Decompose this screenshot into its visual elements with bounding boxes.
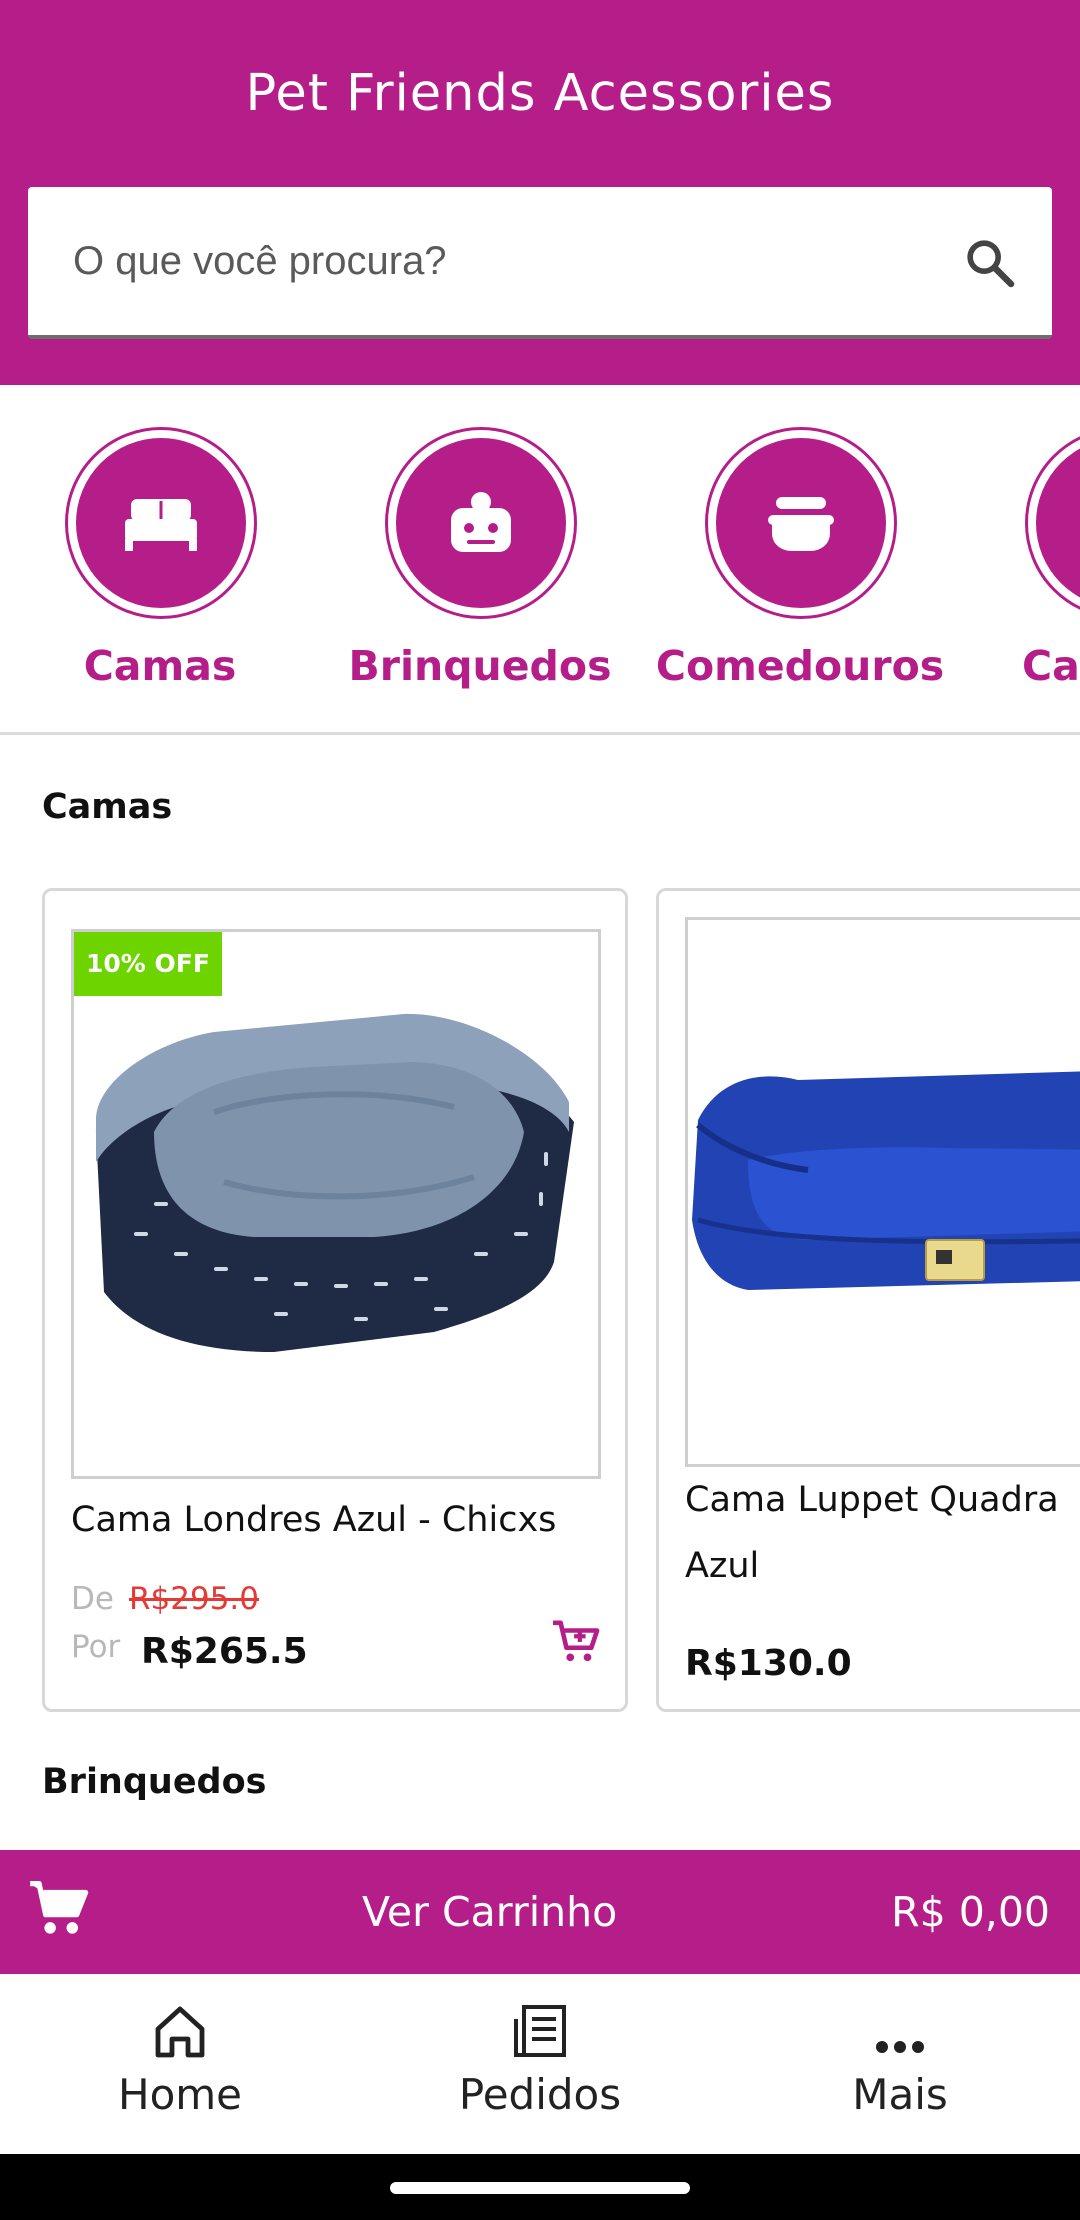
cart-total: R$ 0,00 (891, 1888, 1050, 1936)
de-label: De (71, 1581, 114, 1617)
category-circle[interactable] (705, 427, 897, 619)
category-icon (1036, 438, 1080, 608)
app-title: Pet Friends Acessories (245, 64, 835, 123)
nav-label: Mais (852, 2070, 948, 2119)
search-bar[interactable] (28, 187, 1052, 339)
category-circle[interactable] (385, 427, 577, 619)
more-icon (876, 2041, 924, 2053)
category-circle[interactable] (1025, 427, 1080, 619)
system-nav-bar (0, 2154, 1080, 2220)
product-image[interactable]: 10% OFF (71, 929, 601, 1479)
nav-label: Pedidos (458, 2070, 622, 2119)
orders-icon (514, 2005, 566, 2057)
product-card[interactable]: 10% OFF Cama Londres Azul - Chicxs De R$… (42, 888, 628, 1712)
section-title-camas: Camas (42, 787, 173, 827)
bottom-navigation: Home Pedidos Mais (0, 1974, 1080, 2154)
product-card[interactable]: Cama Luppet Quadra Azul R$130.0 (656, 888, 1080, 1712)
cart-icon (30, 1880, 89, 1934)
category-label: Brinquedos (348, 642, 612, 690)
category-label: Comedouros (655, 642, 945, 690)
discount-badge: 10% OFF (74, 932, 222, 996)
product-image[interactable] (685, 917, 1080, 1467)
old-price: R$295.0 (129, 1581, 260, 1617)
category-circle[interactable] (65, 427, 257, 619)
category-label: Ca (1022, 642, 1080, 690)
category-carousel[interactable]: Camas Brinquedos Comedouros Ca (0, 385, 1080, 735)
add-to-cart-icon[interactable] (551, 1619, 601, 1665)
nav-mais[interactable]: Mais (720, 1974, 1080, 2154)
product-price: R$130.0 (685, 1643, 852, 1684)
view-cart-bar[interactable]: Ver Carrinho R$ 0,00 (0, 1850, 1080, 1974)
product-name-line2: Azul (685, 1546, 760, 1586)
view-cart-label: Ver Carrinho (362, 1888, 618, 1936)
home-icon (155, 2006, 205, 2058)
category-label: Camas (83, 642, 237, 690)
dog-bed-image (692, 1071, 1080, 1290)
search-input[interactable] (73, 187, 933, 335)
product-name: Cama Luppet Quadra (685, 1480, 1059, 1520)
food-bowl-icon (768, 497, 834, 551)
bed-icon (125, 499, 197, 551)
search-icon[interactable] (962, 235, 1018, 291)
nav-label: Home (117, 2070, 243, 2119)
home-gesture-handle[interactable] (390, 2182, 690, 2194)
product-name: Cama Londres Azul - Chicxs (71, 1500, 557, 1540)
nav-pedidos[interactable]: Pedidos (360, 1974, 720, 2154)
nav-home[interactable]: Home (0, 1974, 360, 2154)
toy-robot-icon (451, 492, 511, 552)
por-label: Por (71, 1629, 121, 1665)
product-price: R$265.5 (141, 1631, 308, 1672)
section-title-brinquedos: Brinquedos (42, 1762, 267, 1802)
app-header: Pet Friends Acessories (0, 0, 1080, 385)
dog-bed-image (95, 1013, 574, 1352)
